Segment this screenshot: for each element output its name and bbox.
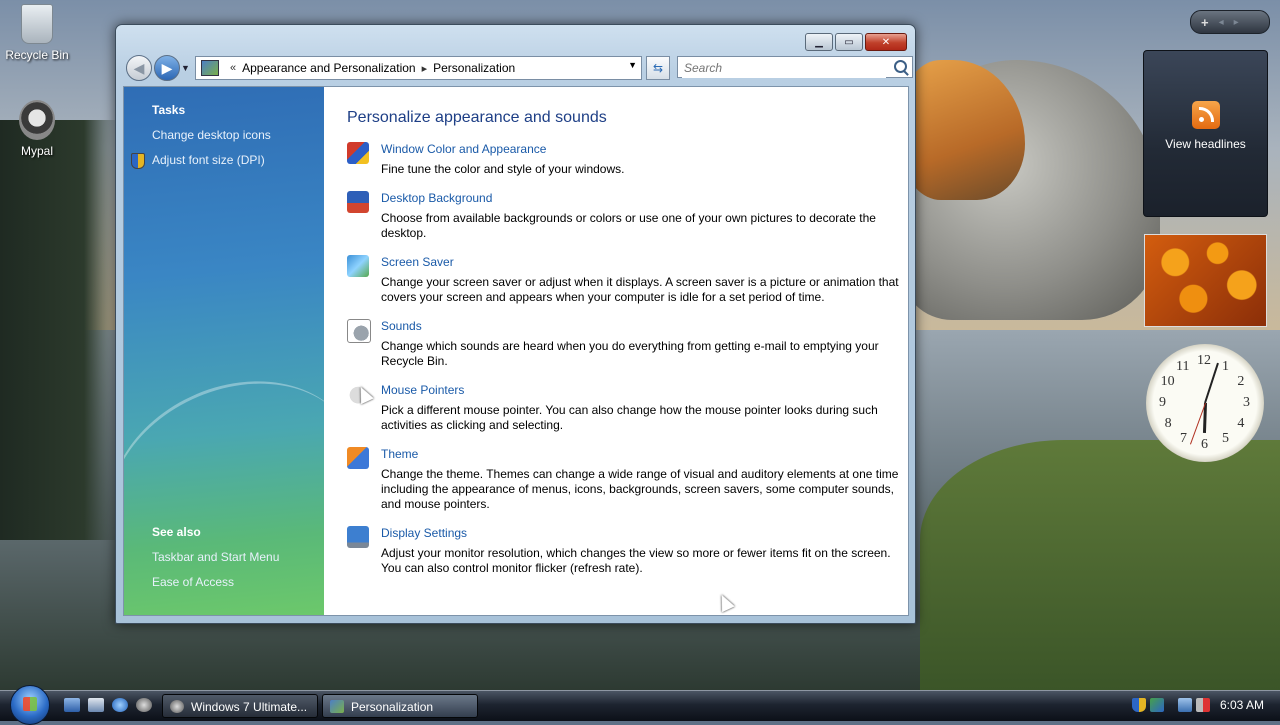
clock-number: 6 — [1201, 437, 1208, 452]
theme-description: Change the theme. Themes can change a wi… — [381, 467, 899, 511]
control-panel-icon — [330, 700, 344, 713]
clock-number: 12 — [1197, 353, 1211, 368]
desktop-background-icon[interactable] — [347, 191, 369, 213]
clock-number: 10 — [1160, 374, 1175, 389]
previous-gadgets-button[interactable]: ◂ — [1219, 17, 1224, 28]
clock-gadget[interactable]: 12 1 2 3 4 5 6 7 8 9 10 11 — [1146, 344, 1264, 462]
display-settings-link[interactable]: Display Settings — [381, 526, 467, 540]
desktop-icon-recycle-bin[interactable]: Recycle Bin — [0, 4, 74, 62]
wallpaper-trees — [0, 120, 120, 540]
desktop-background-description: Choose from available backgrounds or col… — [381, 211, 876, 240]
window-color-description: Fine tune the color and style of your wi… — [381, 162, 625, 176]
see-also-taskbar-start-menu[interactable]: Taskbar and Start Menu — [152, 550, 279, 564]
taskbar: Windows 7 Ultimate... Personalization 6:… — [0, 685, 1280, 725]
taskbar-button-personalization[interactable]: Personalization — [322, 694, 478, 718]
show-desktop-icon[interactable] — [64, 698, 80, 712]
mypal-icon — [19, 100, 55, 140]
feed-headlines-gadget[interactable]: View headlines — [1143, 50, 1268, 217]
address-dropdown-icon[interactable]: ▼ — [628, 60, 637, 70]
navigation-bar: ◀ ▶ ▼ « Appearance and Personalization ▸… — [124, 55, 913, 81]
clock-number: 8 — [1164, 416, 1172, 431]
window-color-link[interactable]: Window Color and Appearance — [381, 142, 546, 156]
task-change-desktop-icons[interactable]: Change desktop icons — [152, 128, 271, 142]
recent-pages-dropdown[interactable]: ▼ — [181, 63, 190, 73]
sounds-link[interactable]: Sounds — [381, 319, 422, 333]
forward-arrow-icon: ▶ — [161, 59, 173, 76]
page-title: Personalize appearance and sounds — [347, 109, 607, 126]
breadcrumb-personalization[interactable]: Personalization — [433, 61, 515, 75]
content-area: Tasks Change desktop icons Adjust font s… — [123, 86, 909, 616]
sounds-description: Change which sounds are heard when you d… — [381, 339, 879, 368]
see-also-heading: See also — [152, 525, 201, 539]
taskbar-clock[interactable]: 6:03 AM — [1220, 698, 1264, 712]
taskbar-button-label: Personalization — [351, 700, 434, 714]
clock-number: 3 — [1243, 395, 1250, 410]
volume-muted-icon[interactable] — [1196, 698, 1210, 712]
sounds-icon[interactable] — [347, 319, 371, 343]
refresh-button[interactable]: ⇆ — [646, 56, 670, 80]
start-button[interactable] — [10, 685, 50, 725]
display-settings-description: Adjust your monitor resolution, which ch… — [381, 546, 891, 575]
control-panel-icon — [201, 60, 219, 76]
clock-number: 11 — [1176, 358, 1190, 374]
desktop-icon-label: Mypal — [20, 144, 53, 158]
refresh-icon: ⇆ — [652, 61, 664, 75]
clock-number: 4 — [1237, 416, 1245, 431]
recycle-bin-icon — [21, 4, 53, 44]
search-input[interactable] — [682, 58, 886, 78]
window-color-icon[interactable] — [347, 142, 369, 164]
mouse-pointers-link[interactable]: Mouse Pointers — [381, 383, 464, 397]
screen-saver-icon[interactable] — [347, 255, 369, 277]
taskbar-button-windows7[interactable]: Windows 7 Ultimate... — [162, 694, 318, 718]
add-gadget-button[interactable]: + — [1201, 15, 1209, 30]
breadcrumb-separator[interactable]: ▸ — [422, 62, 428, 75]
tasks-heading: Tasks — [152, 103, 186, 117]
wallpaper-meadow — [920, 440, 1280, 690]
clock-number: 9 — [1159, 395, 1166, 410]
task-pane: Tasks Change desktop icons Adjust font s… — [124, 87, 395, 615]
minimize-button[interactable]: ▁ — [805, 33, 833, 51]
desktop-icon-label: Recycle Bin — [5, 48, 69, 62]
security-shield-icon[interactable] — [1132, 698, 1146, 712]
taskbar-button-label: Windows 7 Ultimate... — [191, 700, 308, 714]
internet-explorer-icon[interactable] — [112, 698, 128, 712]
caption-buttons: ▁ ▭ ✕ — [805, 33, 907, 51]
windows-update-icon[interactable] — [1150, 698, 1164, 712]
screen-saver-description: Change your screen saver or adjust when … — [381, 275, 899, 304]
forward-button[interactable]: ▶ — [154, 55, 180, 81]
switch-windows-icon[interactable] — [88, 698, 104, 712]
back-button[interactable]: ◀ — [126, 55, 152, 81]
desktop-icon-mypal[interactable]: Mypal — [0, 100, 74, 158]
uac-shield-icon — [131, 153, 145, 169]
mouse-pointers-description: Pick a different mouse pointer. You can … — [381, 403, 878, 432]
task-adjust-font-size[interactable]: Adjust font size (DPI) — [152, 153, 265, 167]
clock-number: 1 — [1222, 358, 1229, 374]
slideshow-gadget[interactable] — [1144, 234, 1267, 327]
clock-number: 2 — [1237, 374, 1245, 389]
next-gadgets-button[interactable]: ▸ — [1234, 17, 1239, 28]
search-icon[interactable] — [894, 60, 907, 73]
rss-icon — [1192, 101, 1220, 129]
sidebar-gadget-controls: + ◂ ▸ — [1190, 10, 1270, 34]
mypal-icon — [170, 700, 184, 713]
search-box[interactable] — [677, 56, 913, 78]
address-bar[interactable]: « Appearance and Personalization ▸ Perso… — [195, 56, 642, 80]
clock-number: 5 — [1222, 431, 1229, 447]
close-button[interactable]: ✕ — [865, 33, 907, 51]
desktop-background-link[interactable]: Desktop Background — [381, 191, 492, 205]
screen-saver-link[interactable]: Screen Saver — [381, 255, 454, 269]
back-arrow-icon: ◀ — [133, 59, 145, 76]
breadcrumb-appearance-personalization[interactable]: Appearance and Personalization — [242, 61, 415, 75]
network-icon[interactable] — [1178, 698, 1192, 712]
theme-link[interactable]: Theme — [381, 447, 418, 461]
maximize-button[interactable]: ▭ — [835, 33, 863, 51]
clock-number: 7 — [1180, 431, 1187, 447]
see-also-ease-of-access[interactable]: Ease of Access — [152, 575, 234, 589]
display-settings-icon[interactable] — [347, 526, 369, 548]
breadcrumb-overflow-chevron[interactable]: « — [230, 62, 236, 74]
mypal-quicklaunch-icon[interactable] — [136, 698, 152, 712]
theme-icon[interactable] — [347, 447, 369, 469]
personalization-window: ▁ ▭ ✕ ◀ ▶ ▼ « Appearance and Personaliza… — [115, 24, 916, 624]
view-headlines-label[interactable]: View headlines — [1144, 137, 1267, 151]
